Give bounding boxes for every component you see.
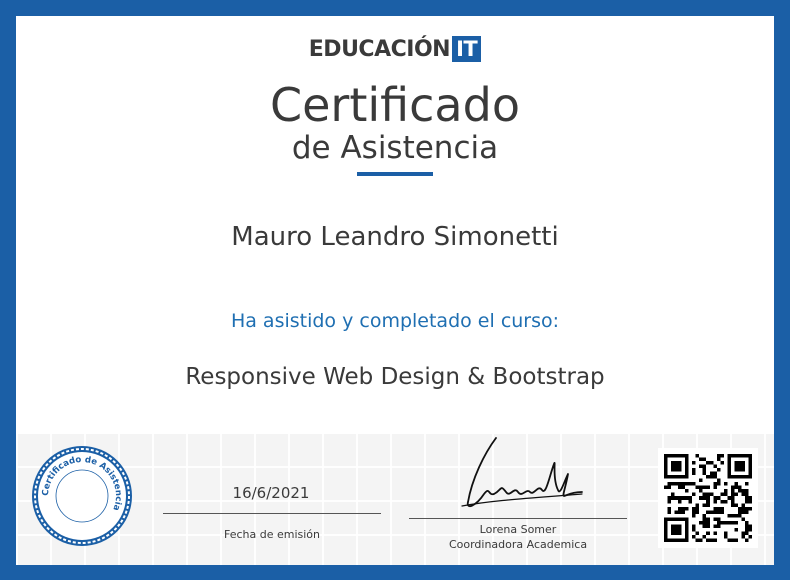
educacionit-logo: EDUCACIÓN IT [16, 36, 774, 62]
issue-date: 16/6/2021 [232, 484, 310, 502]
assistance-seal-icon: Certificado de Asistencia [32, 446, 132, 546]
certificate-sheet: EDUCACIÓN IT Certificado de Asistencia Ma… [16, 16, 774, 565]
logo-badge: IT [452, 36, 482, 62]
qr-code-icon [664, 454, 752, 542]
attended-statement: Ha asistido y completado el curso: [230, 310, 560, 332]
handwritten-signature [461, 437, 583, 508]
logo-text: EDUCACIÓN [308, 37, 451, 62]
certificate-title: Certificado [270, 78, 520, 132]
recipient-name: Mauro Leandro Simonetti [231, 222, 559, 252]
title-underline [357, 172, 433, 176]
signatory-role: Coordinadora Academica [448, 538, 588, 551]
signature-line [409, 518, 627, 519]
qr-code-container [658, 448, 758, 548]
issue-date-line [163, 513, 381, 514]
signatory-name: Lorena Somer [479, 523, 557, 536]
certificate-subtitle: de Asistencia [291, 130, 499, 166]
issue-date-label: Fecha de emisión [223, 528, 321, 541]
course-name: Responsive Web Design & Bootstrap [185, 364, 605, 390]
